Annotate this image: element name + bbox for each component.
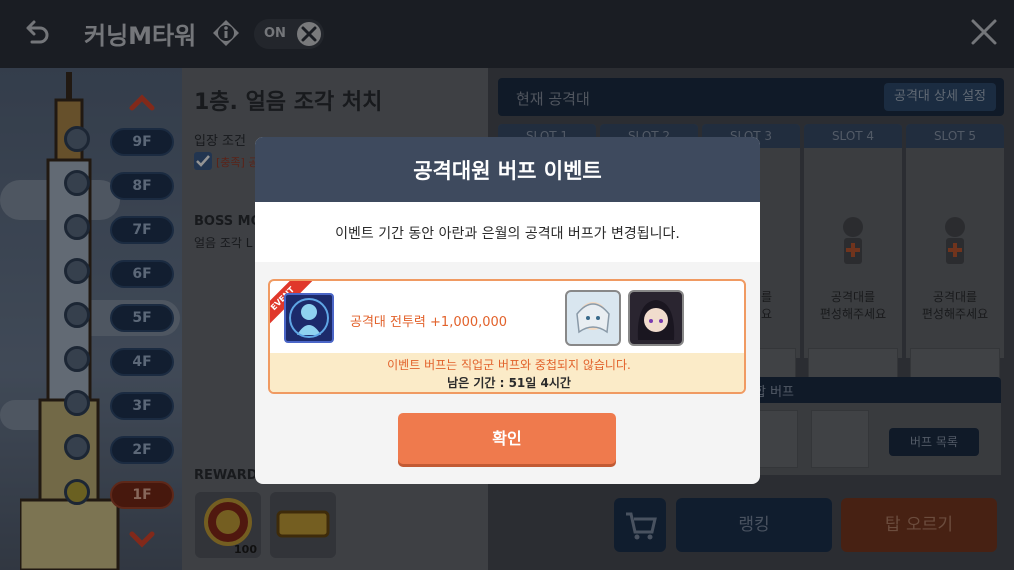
event-notice: 이벤트 버프는 직업군 버프와 중첩되지 않습니다. (387, 358, 631, 372)
buff-spirit-icon (284, 293, 334, 343)
confirm-button[interactable]: 확인 (398, 413, 616, 464)
remaining-time: 남은 기간 : 51일 4시간 (447, 376, 571, 390)
buff-description: 공격대 전투력 +1,000,000 (350, 315, 508, 330)
event-buff-card: EVENT 공격대 전투력 +1,000,000 이벤트 버프는 직업군 버프와… (268, 279, 746, 394)
event-notice-area: 이벤트 버프는 직업군 버프와 중첩되지 않습니다. 남은 기간 : 51일 4… (270, 353, 744, 392)
modal-description: 이벤트 기간 동안 아란과 은월의 공격대 버프가 변경됩니다. (335, 226, 680, 242)
modal-title: 공격대원 버프 이벤트 (413, 159, 602, 183)
eunwol-portrait-icon (628, 290, 684, 346)
aran-portrait-icon (565, 290, 621, 346)
buff-event-modal: 공격대원 버프 이벤트 이벤트 기간 동안 아란과 은월의 공격대 버프가 변경… (255, 137, 760, 484)
